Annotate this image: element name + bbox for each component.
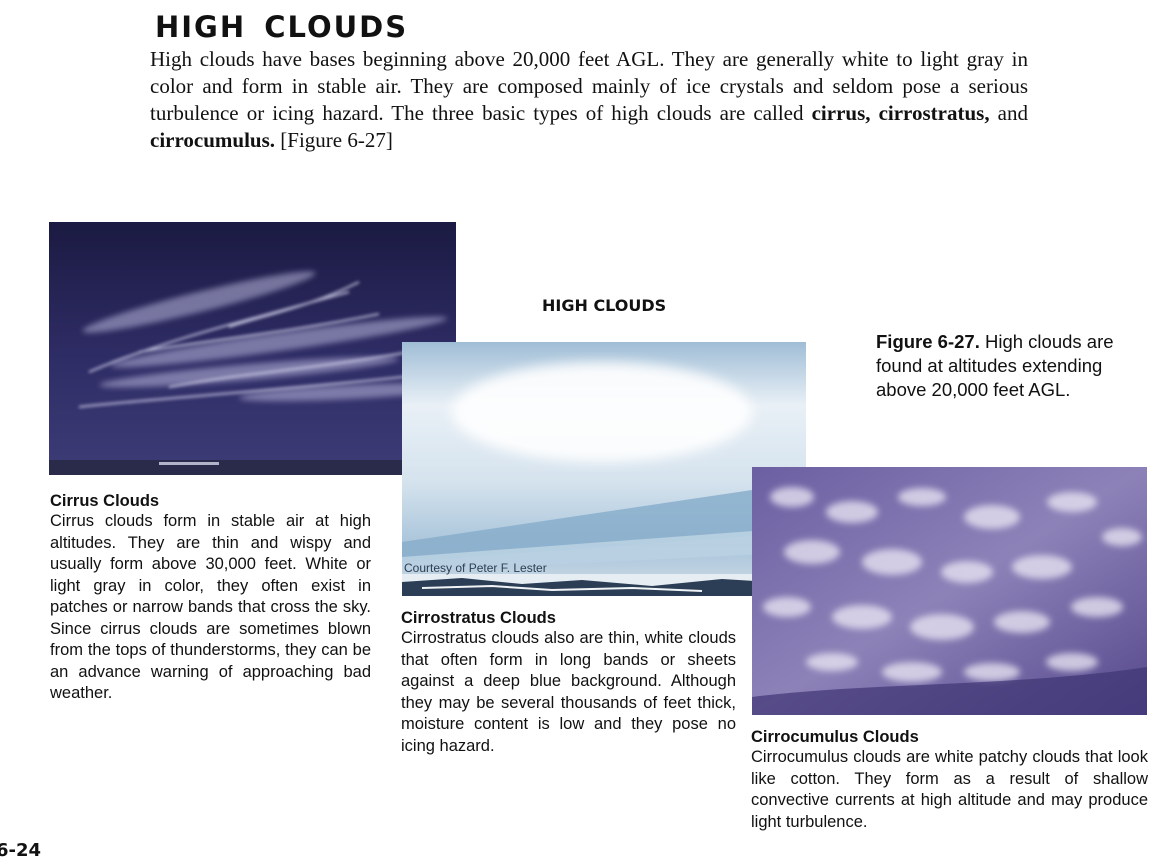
cirrostratus-caption-heading: Cirrostratus Clouds — [401, 609, 556, 627]
cirrostratus-caption: Cirrostratus Clouds Cirrostratus clouds … — [401, 608, 736, 757]
figure-caption-label: Figure 6-27. — [876, 331, 980, 352]
cirrocumulus-caption-body: Cirrocumulus clouds are white patchy clo… — [751, 748, 1148, 831]
page-number: 6-24 — [0, 840, 42, 861]
intro-figure-ref: [Figure 6-27] — [275, 128, 393, 152]
intro-bold-last: cirrocumulus. — [150, 128, 276, 152]
cirrostratus-photo: Courtesy of Peter F. Lester — [402, 342, 806, 596]
figure-caption: Figure 6-27. High clouds are found at al… — [876, 330, 1151, 402]
figure-heading: HIGH CLOUDS — [542, 296, 667, 315]
intro-paragraph: High clouds have bases beginning above 2… — [150, 46, 1028, 154]
cirrocumulus-photo — [752, 467, 1147, 715]
cirrus-photo — [49, 222, 456, 475]
cirrus-caption: Cirrus Clouds Cirrus clouds form in stab… — [50, 491, 371, 705]
intro-bold-types: cirrus, cirrostratus, — [811, 101, 990, 125]
cirrostratus-caption-body: Cirrostratus clouds also are thin, white… — [401, 629, 736, 755]
cirrocumulus-caption: Cirrocumulus Clouds Cirrocumulus clouds … — [751, 727, 1148, 833]
photo-credit: Courtesy of Peter F. Lester — [404, 561, 547, 575]
page-title: HIGH CLOUDS — [155, 10, 409, 44]
cirrus-caption-body: Cirrus clouds form in stable air at high… — [50, 512, 371, 702]
cirrocumulus-caption-heading: Cirrocumulus Clouds — [751, 728, 919, 746]
cirrus-caption-heading: Cirrus Clouds — [50, 492, 160, 510]
intro-and: and — [989, 101, 1029, 125]
